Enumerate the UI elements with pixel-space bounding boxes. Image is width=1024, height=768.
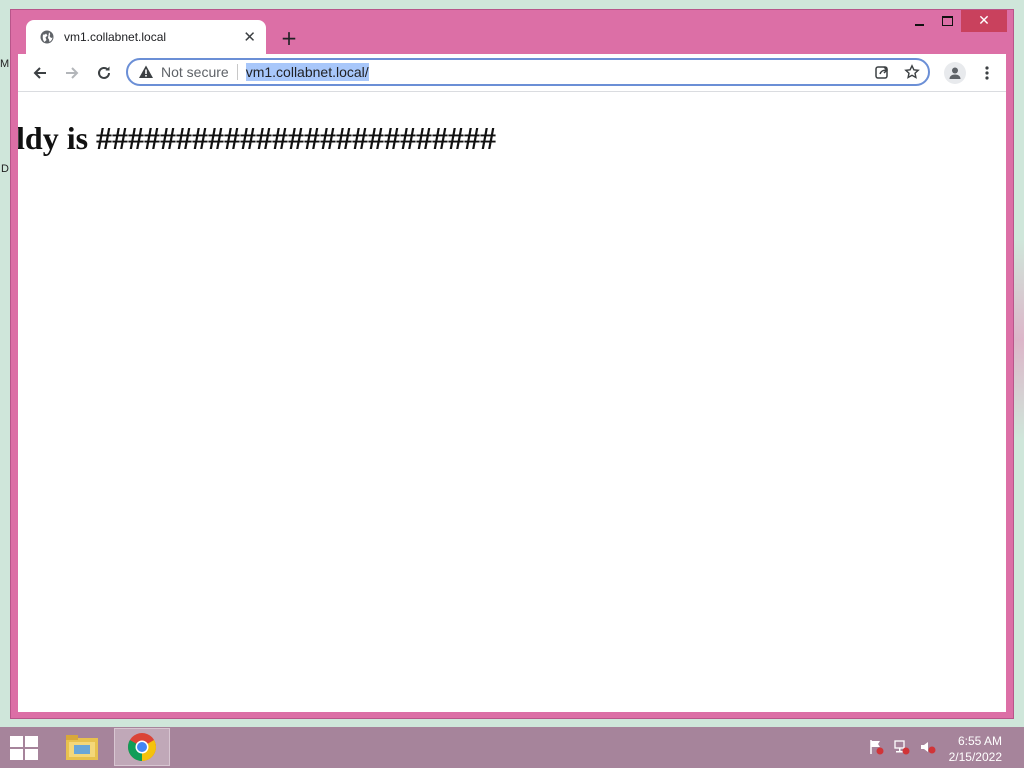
- maximize-button[interactable]: [933, 10, 961, 32]
- share-icon[interactable]: [874, 64, 890, 80]
- person-icon: [949, 67, 961, 79]
- globe-icon: [40, 30, 54, 44]
- forward-button[interactable]: [59, 60, 85, 86]
- file-explorer-icon: [66, 735, 98, 760]
- close-icon: ✕: [978, 13, 990, 29]
- windows-logo-pane: [10, 736, 23, 747]
- windows-logo-pane: [25, 749, 38, 760]
- arrow-right-icon: [66, 67, 79, 79]
- browser-tab[interactable]: vm1.collabnet.local ✕: [26, 20, 266, 54]
- page-heading: ldy is #########################: [18, 120, 497, 156]
- minimize-icon: [914, 24, 924, 26]
- security-status-label[interactable]: Not secure: [161, 64, 229, 80]
- tab-close-icon[interactable]: ✕: [243, 29, 256, 45]
- taskbar-clock[interactable]: 6:55 AM 2/15/2022: [949, 733, 1002, 765]
- clock-date: 2/15/2022: [948, 750, 1002, 764]
- warning-icon[interactable]: [138, 64, 154, 80]
- browser-toolbar: Not secure vm1.collabnet.local/: [18, 54, 1006, 92]
- url-text[interactable]: vm1.collabnet.local/: [245, 63, 369, 81]
- maximize-icon: [941, 16, 953, 26]
- start-button[interactable]: [10, 736, 38, 760]
- taskbar-file-explorer[interactable]: [54, 728, 110, 766]
- close-window-button[interactable]: ✕: [961, 10, 1007, 32]
- kebab-menu-icon: [985, 66, 989, 80]
- taskbar-chrome[interactable]: [114, 728, 170, 766]
- new-tab-button[interactable]: +: [278, 26, 300, 50]
- network-icon[interactable]: [894, 739, 910, 755]
- system-tray: [868, 739, 936, 755]
- volume-muted-icon[interactable]: [920, 739, 936, 755]
- clock-time: 6:55 AM: [957, 734, 1002, 748]
- divider: [236, 64, 238, 80]
- tab-title: vm1.collabnet.local: [64, 30, 167, 44]
- star-bookmark-icon[interactable]: [904, 64, 920, 80]
- reload-icon: [98, 66, 110, 79]
- taskbar: 6:55 AM 2/15/2022: [0, 727, 1024, 768]
- omnibox-actions: [874, 64, 920, 80]
- browser-menu-button[interactable]: [976, 62, 998, 84]
- browser-window: ✕ vm1.collabnet.local ✕ + Not secure vm1…: [10, 9, 1014, 719]
- action-center-flag-icon[interactable]: [868, 739, 884, 755]
- desktop-icon-label: D: [1, 163, 9, 175]
- reload-button[interactable]: [91, 60, 117, 86]
- desktop-icon-label: M: [0, 58, 10, 70]
- windows-logo-pane: [10, 749, 23, 760]
- chrome-icon: [128, 733, 156, 761]
- profile-avatar-button[interactable]: [944, 62, 966, 84]
- minimize-button[interactable]: [905, 10, 933, 32]
- page-content: ldy is #########################: [18, 92, 1006, 712]
- back-button[interactable]: [27, 60, 53, 86]
- address-bar[interactable]: Not secure vm1.collabnet.local/: [126, 58, 930, 86]
- window-controls: ✕: [905, 10, 1007, 32]
- arrow-left-icon: [33, 67, 46, 79]
- windows-logo-pane: [25, 736, 38, 747]
